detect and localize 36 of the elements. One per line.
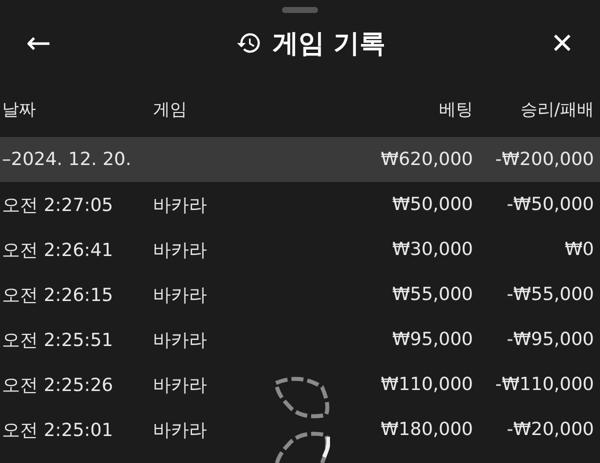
column-header: 날짜 — [1, 98, 37, 120]
table-cell-text: 바카라 — [153, 418, 208, 442]
table-cell-text: ₩110,000 — [380, 374, 473, 395]
table-cell-text: -₩200,000 — [494, 149, 595, 170]
table-cell-text: -₩20,000 — [506, 419, 595, 440]
table-cell-text: ₩180,000 — [380, 419, 473, 440]
table-cell-text: 오전 2:27:05 — [1, 194, 114, 216]
table-cell-text: ₩50,000 — [391, 194, 473, 215]
table-cell-text: 오전 2:25:01 — [1, 418, 114, 442]
table-cell-text: 바카라 — [153, 328, 208, 352]
table-cell-text: -₩110,000 — [494, 374, 595, 395]
column-header: 베팅 — [438, 98, 473, 120]
table-cell-text: 오전 2:26:15 — [1, 284, 114, 306]
table-cell-text: ₩620,000 — [380, 149, 473, 170]
table-cell-text: -₩95,000 — [506, 329, 595, 350]
close-button[interactable]: ✕ — [546, 26, 578, 60]
table-cell-text: -₩55,000 — [506, 284, 595, 305]
drag-handle[interactable] — [282, 7, 318, 13]
table-cell-text: 오전 2:25:51 — [1, 328, 114, 352]
date-group-row[interactable]: –2024. 12. 20. ₩620,000 -₩200,000 — [0, 137, 600, 182]
group-date: –2024. 12. 20. — [1, 149, 132, 170]
table-cell-text: 오전 2:25:26 — [1, 374, 114, 396]
table-cell-text: 바카라 — [153, 374, 208, 396]
table-cell-text: 바카라 — [153, 194, 208, 216]
column-header: 승리/패배 — [519, 98, 595, 120]
table-cell-text: -₩50,000 — [506, 194, 595, 215]
table-cell-text: ₩55,000 — [391, 284, 473, 305]
table-cell-text: ₩0 — [564, 239, 595, 260]
table-cell-text: 바카라 — [153, 284, 208, 306]
table-cell-text: ₩30,000 — [391, 239, 473, 260]
table-cell-text: 바카라 — [153, 238, 208, 262]
back-button[interactable]: ← — [22, 26, 56, 60]
table-cell-text: ₩95,000 — [391, 329, 473, 350]
table-cell-text: 오전 2:26:41 — [1, 238, 114, 262]
screen-title: 게임 기록 — [272, 28, 386, 60]
column-header: 게임 — [153, 98, 188, 120]
